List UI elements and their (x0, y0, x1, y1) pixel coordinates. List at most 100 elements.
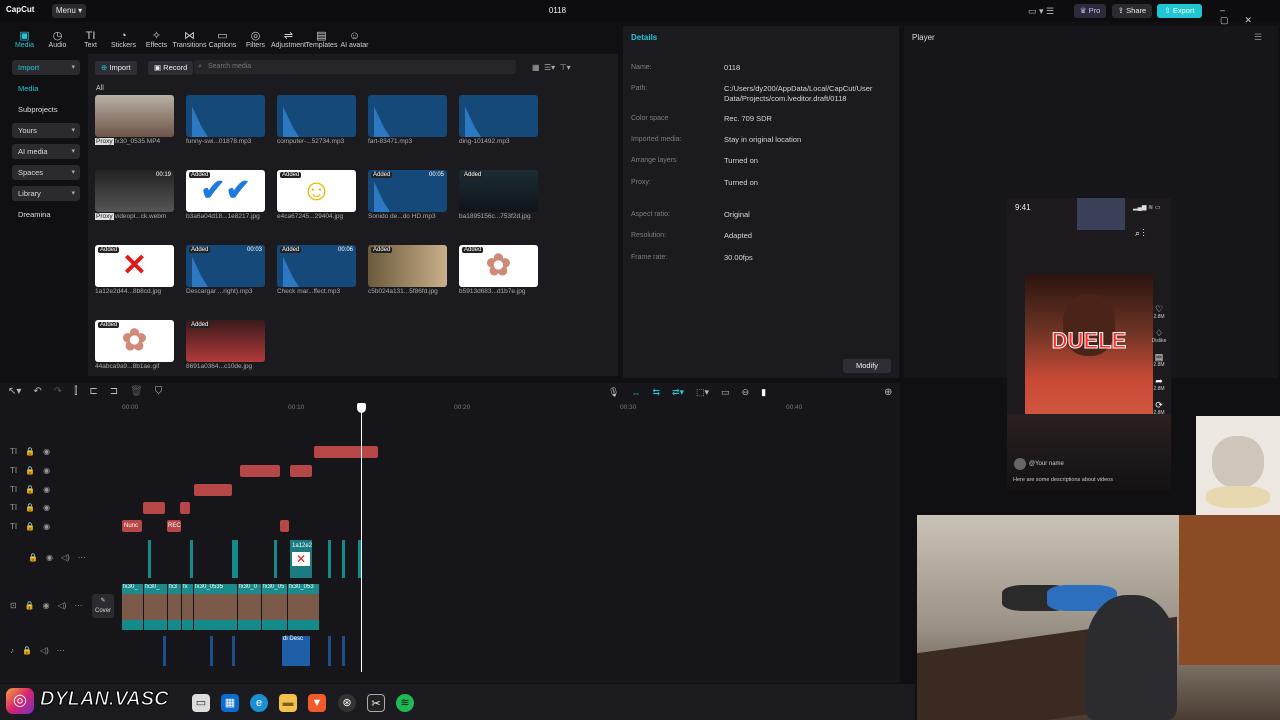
video-clip[interactable]: fx30_0 (238, 584, 261, 630)
eye-icon[interactable]: ◉ (43, 522, 50, 531)
eye-icon[interactable]: ◉ (43, 503, 50, 512)
store-icon[interactable]: ▦ (221, 694, 239, 712)
comment-action[interactable]: ▤ 2.8M (1151, 352, 1167, 368)
sfx-marker[interactable] (190, 540, 193, 578)
sfx-marker[interactable] (232, 540, 238, 578)
share-button[interactable]: ⇪ Share (1112, 4, 1152, 18)
search-icon[interactable]: ⌕ ⋮ (1135, 228, 1145, 239)
view-options-icon[interactable]: ▦ ☰▾ ⊤▾ (532, 63, 571, 72)
zoom-out-icon[interactable]: ⊖ (742, 387, 750, 398)
split-icon[interactable]: ⫿ (74, 386, 77, 397)
zoom-slider-handle[interactable]: ▮ (761, 387, 766, 398)
audio-clip[interactable]: di Desc (282, 636, 310, 666)
share-action[interactable]: ➦ 2.8M (1151, 376, 1167, 392)
tab-effects[interactable]: ✧ Effects (140, 30, 173, 49)
media-item[interactable]: computer-...52734.mp3 (277, 95, 367, 145)
video-track-icon[interactable]: ⊡ (10, 601, 17, 610)
text-clip[interactable] (290, 465, 312, 477)
like-action[interactable]: ♡ 2.8M (1151, 304, 1167, 320)
media-item[interactable]: ✿ Added b5913d683...d1b7e.jpg (459, 245, 549, 295)
eye-icon[interactable]: ◉ (43, 601, 50, 610)
tab-audio[interactable]: ◷ Audio (41, 30, 74, 49)
lock-icon[interactable]: 🔒 (25, 503, 35, 512)
media-item[interactable]: ✕ Added 1a12e2d44...8b8cd.jpg (95, 245, 185, 295)
shield-icon[interactable]: ⛉ (155, 386, 163, 397)
tab-stickers[interactable]: ◔ Stickers (107, 30, 140, 49)
sidebar-item-subprojects[interactable]: Subprojects (12, 102, 80, 117)
tab-ai-avatar[interactable]: ☺ AI avatar (338, 30, 371, 49)
text-track-icon[interactable]: TI (10, 466, 17, 475)
sidebar-item-import[interactable]: Import ▾ (12, 60, 80, 75)
layout-icon[interactable]: ▭ ▾ ☰ (1028, 6, 1054, 17)
sidebar-item-dreamina[interactable]: Dreamina (12, 207, 80, 222)
preview-axis-icon[interactable]: ⬚▾ (696, 387, 709, 398)
app-icon[interactable]: ⊛ (338, 694, 356, 712)
text-clip[interactable] (143, 502, 165, 514)
video-clip[interactable]: fx30_ (144, 584, 167, 630)
text-track-icon[interactable]: TI (10, 447, 17, 456)
text-clip-nunc[interactable]: Nunc (122, 520, 142, 532)
tab-media[interactable]: ▣ Media (8, 30, 41, 49)
video-clip[interactable]: fx30_053 (288, 584, 319, 630)
media-item[interactable]: funny-swi...01878.mp3 (186, 95, 276, 145)
trim-right-icon[interactable]: ⊐ (110, 386, 118, 397)
search-input[interactable]: ⌕ Search media (194, 60, 516, 74)
sidebar-item-media[interactable]: Media (12, 81, 80, 96)
tab-transitions[interactable]: ⋈ Transitions (173, 30, 207, 49)
modify-button[interactable]: Modify (843, 359, 891, 373)
lock-icon[interactable]: 🔒 (25, 485, 35, 494)
audio-marker[interactable] (163, 636, 166, 666)
lock-icon[interactable]: 🔒 (28, 553, 38, 562)
sfx-marker[interactable] (342, 540, 345, 578)
player-menu-icon[interactable]: ☰ (1254, 32, 1262, 43)
capcut-icon[interactable]: ✂ (367, 694, 385, 712)
speaker-icon[interactable]: ◁) (40, 646, 49, 655)
window-controls[interactable]: –▢✕ (1220, 5, 1280, 26)
text-track-icon[interactable]: TI (10, 485, 17, 494)
all-filter-label[interactable]: All (96, 85, 104, 92)
more-icon[interactable]: ⋯ (74, 601, 82, 610)
timeline-ruler[interactable]: 00:00 00:10 00:20 00:30 00:40 (122, 404, 902, 416)
trim-left-icon[interactable]: ⊏ (89, 386, 97, 397)
redo-icon[interactable]: ↷ (54, 386, 62, 397)
tab-filters[interactable]: ◎ Filters (239, 30, 272, 49)
delete-icon[interactable]: 🗑 (130, 386, 143, 397)
folder-icon[interactable]: ▬ (279, 694, 297, 712)
spotify-icon[interactable]: ≋ (396, 694, 414, 712)
record-button[interactable]: ▣ Record (148, 61, 194, 75)
speaker-icon[interactable]: ◁) (61, 553, 70, 562)
link-icon[interactable]: ⇆ (652, 387, 660, 398)
media-item[interactable]: Proxy fx30_0535.MP4 (95, 95, 185, 145)
media-item[interactable]: ☺ Added e4ca67245...29404.jpg (277, 170, 367, 220)
image-clip[interactable]: 1a12e2 ✕ (290, 540, 312, 578)
lock-icon[interactable]: 🔒 (25, 447, 35, 456)
text-clip[interactable] (180, 502, 190, 514)
sfx-marker[interactable] (328, 540, 331, 578)
remix-action[interactable]: ⟳ 2.8M (1151, 400, 1167, 416)
media-item[interactable]: ✿ Added 00:02 44abca9a9...8b1ae.gif (95, 320, 185, 370)
playhead[interactable] (361, 404, 362, 672)
cover-button[interactable]: ✎ Cover (92, 594, 114, 618)
media-item[interactable]: Added 00:03 Descargar ...right).mp3 (186, 245, 276, 295)
video-clip[interactable]: fx30_ (122, 584, 143, 630)
video-clip[interactable]: fx30_05 (262, 584, 287, 630)
undo-icon[interactable]: ↶ (33, 386, 41, 397)
sidebar-item-spaces[interactable]: Spaces ▾ (12, 165, 80, 180)
audio-marker[interactable] (232, 636, 235, 666)
tab-text[interactable]: TI Text (74, 30, 107, 49)
lock-icon[interactable]: 🔒 (22, 646, 32, 655)
main-video-track[interactable]: fx30_ fx30_ fx3 fx fx30_0535 fx30_0 fx30_05 fx3… (122, 584, 378, 630)
audio-marker[interactable] (210, 636, 213, 666)
text-track-icon[interactable]: TI (10, 522, 17, 531)
media-item[interactable]: Added 00:05 Sonido de...do HD.mp3 (368, 170, 458, 220)
select-tool-icon[interactable]: ↖▾ (8, 386, 21, 397)
snap-icon[interactable]: ⇄▾ (672, 387, 684, 398)
microphone-icon[interactable]: 🎙 (608, 387, 619, 398)
sidebar-item-ai-media[interactable]: AI media ▾ (12, 144, 80, 159)
import-button[interactable]: ⊕ Import (95, 61, 137, 75)
zoom-in-icon[interactable]: ⊕ (884, 387, 892, 398)
speaker-icon[interactable]: ◁) (58, 601, 67, 610)
eye-icon[interactable]: ◉ (43, 485, 50, 494)
caption-icon[interactable]: ▭ (721, 387, 730, 398)
sfx-marker[interactable] (148, 540, 151, 578)
